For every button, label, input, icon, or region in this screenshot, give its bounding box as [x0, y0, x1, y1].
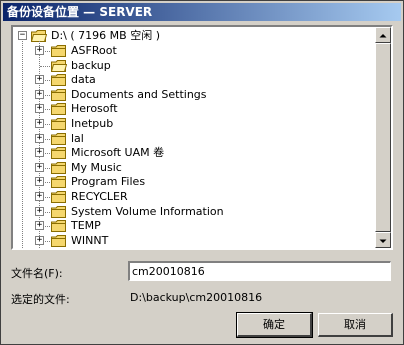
tree-folder-item[interactable]: + TEMP [13, 219, 375, 233]
folder-icon [51, 234, 67, 247]
scroll-up-button[interactable] [375, 27, 391, 43]
folder-icon [51, 118, 67, 130]
tree-root-row[interactable]: − D:\ ( 7196 MB 空闲 ) [13, 29, 375, 43]
expand-icon[interactable]: + [35, 192, 44, 201]
selected-file-label: 选定的文件: [11, 293, 70, 306]
expand-icon[interactable]: + [35, 206, 44, 216]
expand-icon[interactable]: + [35, 177, 44, 187]
folder-icon [51, 147, 67, 160]
tree-folder-label: WINNT [71, 233, 109, 247]
expand-icon[interactable]: + [35, 89, 44, 99]
tree-folder-label: Inetpub [71, 117, 114, 130]
folder-icon [51, 103, 67, 116]
tree-folder-label: System Volume Information [71, 204, 224, 218]
folder-tree: − D:\ ( 7196 MB 空闲 ) + ASFRoot backup + data… [13, 27, 375, 248]
tree-folder-item[interactable]: + Herosoft [13, 102, 375, 116]
tree-folder-item[interactable]: + ASFRoot [13, 44, 375, 58]
tree-folder-label: ASFRoot [71, 44, 117, 57]
tree-folder-item[interactable]: + Documents and Settings [13, 88, 375, 102]
folder-icon [51, 132, 67, 145]
tree-folder-label: My Music [71, 160, 122, 174]
scrollbar-thumb[interactable] [375, 43, 391, 232]
tree-folder-label: lal [71, 131, 84, 145]
folder-icon [51, 74, 67, 87]
expand-icon[interactable]: + [35, 162, 44, 172]
tree-folder-item[interactable]: + WINNT [13, 234, 375, 248]
tree-root-label: D:\ ( 7196 MB 空闲 ) [51, 29, 160, 42]
filename-label: 文件名(F): [11, 267, 63, 280]
selected-file-path: D:\backup\cm20010816 [130, 291, 263, 304]
tree-folder-item[interactable]: + Program Files [13, 175, 375, 189]
backup-device-location-dialog: 备份设备位置 — SERVER − D:\ ( 7196 MB 空闲 ) + AS… [0, 0, 404, 345]
folder-icon [51, 88, 67, 101]
expand-icon[interactable]: + [35, 221, 44, 231]
tree-folder-label: Program Files [71, 175, 146, 189]
tree-connector-line [40, 65, 50, 67]
expand-icon[interactable]: + [35, 75, 44, 85]
folder-icon [51, 205, 67, 218]
expand-icon[interactable]: + [35, 133, 44, 143]
tree-folder-item[interactable]: + My Music [13, 161, 375, 175]
folder-icon [51, 161, 67, 174]
arrow-down-icon [379, 239, 387, 243]
tree-folder-item[interactable]: + Inetpub [13, 117, 375, 131]
arrow-up-icon [379, 34, 387, 38]
tree-folder-label: Documents and Settings [71, 87, 207, 101]
cancel-button[interactable]: 取消 [318, 313, 393, 337]
vertical-scrollbar[interactable] [375, 27, 391, 248]
expand-icon[interactable]: + [35, 235, 44, 245]
tree-folder-item[interactable]: + RECYCLER [13, 190, 375, 204]
folder-icon [51, 191, 67, 203]
folder-icon [51, 45, 67, 57]
tree-folder-item[interactable]: + data [13, 73, 375, 87]
tree-folder-label: data [71, 73, 96, 87]
ok-button[interactable]: 确定 [236, 312, 313, 338]
tree-folder-label: RECYCLER [71, 190, 128, 203]
tree-folder-item[interactable]: backup [13, 59, 375, 73]
window-title: 备份设备位置 — SERVER [3, 3, 401, 21]
scroll-down-button[interactable] [375, 232, 391, 248]
filename-input[interactable] [128, 261, 391, 281]
expand-icon[interactable]: + [35, 104, 44, 114]
folder-tree-panel: − D:\ ( 7196 MB 空闲 ) + ASFRoot backup + data… [11, 25, 393, 250]
open-folder-icon [50, 59, 68, 72]
folder-icon [51, 220, 67, 233]
tree-folder-item[interactable]: + lal [13, 132, 375, 146]
collapse-icon[interactable]: − [18, 31, 27, 40]
expand-icon[interactable]: + [35, 46, 44, 55]
expand-icon[interactable]: + [35, 148, 44, 158]
tree-folder-label: Herosoft [71, 102, 118, 116]
expand-icon[interactable]: + [35, 119, 44, 128]
folder-icon [51, 176, 67, 189]
tree-folder-item[interactable]: + System Volume Information [13, 205, 375, 219]
tree-folder-item[interactable]: + Microsoft UAM 卷 [13, 146, 375, 160]
tree-folder-label: TEMP [71, 219, 101, 233]
tree-folder-label: backup [71, 58, 111, 72]
tree-folder-label: Microsoft UAM 卷 [71, 146, 165, 160]
